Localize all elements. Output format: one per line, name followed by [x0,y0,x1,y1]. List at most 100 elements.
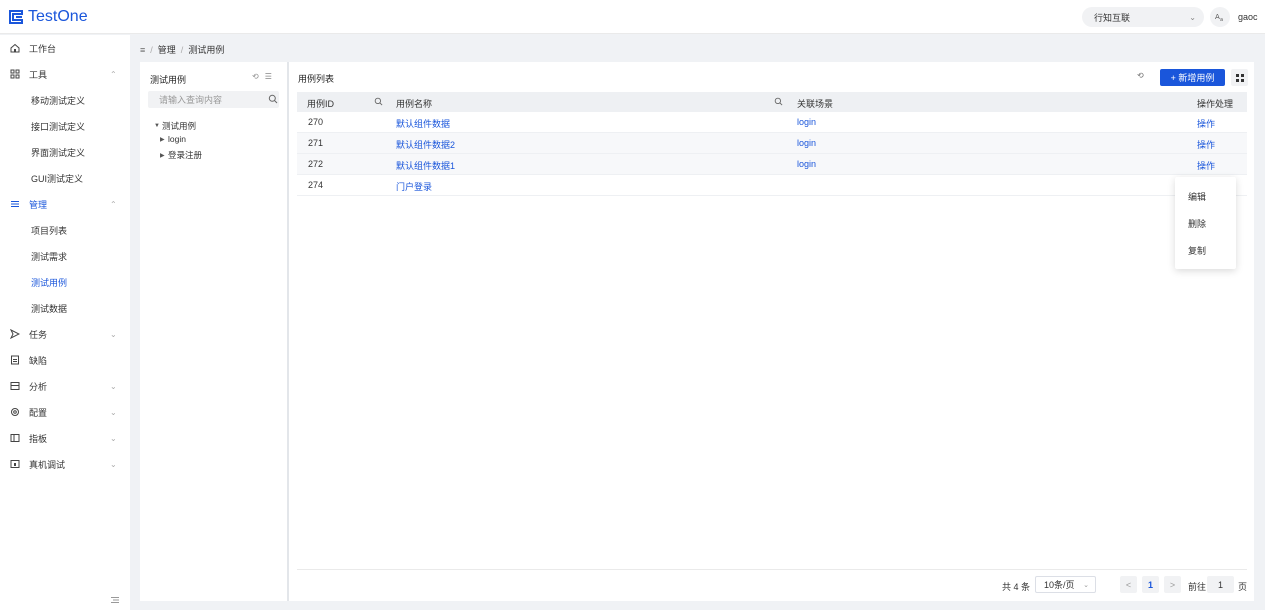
cell-name-link[interactable]: 默认组件数据 [396,117,450,130]
row-action-link[interactable]: 操作 [1197,138,1215,151]
table-row[interactable]: 271 默认组件数据2 login 操作 [297,133,1247,154]
add-case-button[interactable]: + 新增用例 [1160,69,1225,86]
sidebar-item-label: 管理 [29,199,48,210]
sidebar-item-tools[interactable]: 工具 ⌃ [0,61,130,87]
sidebar-item-label: 任务 [29,329,48,340]
search-icon[interactable] [774,97,783,106]
sidebar-subitem-test-requirements[interactable]: 测试需求 [0,243,130,269]
sidebar-item-label: 缺陷 [29,355,48,366]
page-number-current[interactable]: 1 [1142,576,1159,593]
cell-id: 272 [308,159,324,169]
pagination-divider [297,569,1247,570]
column-header-id: 用例ID [307,99,335,109]
goto-page-input[interactable] [1207,576,1234,593]
refresh-icon[interactable]: ⟲ [252,72,259,81]
tree-node-label: 登录注册 [168,150,203,160]
case-tree-panel: 测试用例 ⟲ ☰ ▼ 测试用例 ▶ login ▶ 登录注册 [140,62,287,601]
column-settings-button[interactable] [1231,69,1248,86]
table-row[interactable]: 274 门户登录 [297,175,1247,196]
chevron-down-icon: ⌄ [110,381,117,391]
chevron-down-icon: ⌄ [110,433,117,443]
tree-search [148,91,279,108]
sidebar-item-workbench[interactable]: 工作台 [0,35,130,61]
device-icon [10,460,20,468]
sidebar-subitem-label: 测试用例 [31,277,68,288]
cell-scene-link[interactable]: login [797,159,816,169]
column-header-action: 操作处理 [1197,99,1234,109]
menu-item-edit[interactable]: 编辑 [1188,190,1206,203]
send-icon [10,329,20,339]
breadcrumb-item-current: 测试用例 [188,45,225,55]
sidebar-subitem-label: 接口测试定义 [31,121,86,132]
cell-id: 271 [308,138,324,148]
refresh-icon[interactable]: ⟲ [1137,71,1149,83]
tree-search-input[interactable] [159,94,269,105]
page-size-select[interactable]: 10条/页 ⌄ [1035,576,1096,593]
chevron-down-icon: ⌄ [110,407,117,417]
list-icon [11,201,19,207]
row-action-link[interactable]: 操作 [1197,159,1215,172]
tree-node-label: login [168,134,186,144]
caret-right-icon: ▶ [160,136,165,143]
tree-node-register[interactable]: ▶ 登录注册 [160,149,202,161]
sidebar-subitem-api-test[interactable]: 接口测试定义 [0,113,130,139]
file-icon [11,355,19,365]
sidebar-item-config[interactable]: 配置 ⌄ [0,399,130,425]
breadcrumb-item[interactable]: 管理 [158,43,176,56]
menu-item-copy[interactable]: 复制 [1188,244,1206,257]
app-logo[interactable]: TestOne [8,8,88,26]
cell-scene-link[interactable]: login [797,117,816,127]
sidebar-subitem-gui-test[interactable]: GUI测试定义 [0,165,130,191]
breadcrumb-separator: / [180,44,184,55]
breadcrumb-separator: / [150,44,153,55]
cell-name-link[interactable]: 门户登录 [396,180,432,193]
translate-icon[interactable]: A a [1210,7,1230,27]
org-select-value: 行知互联 [1094,12,1131,23]
logo-icon [9,10,23,24]
calendar-icon [10,382,20,390]
row-action-link[interactable]: 操作 [1197,117,1215,130]
caret-right-icon: ▶ [160,152,165,159]
prev-page-button[interactable]: < [1120,576,1137,593]
sidebar-subitem-test-cases[interactable]: 测试用例 [0,269,130,295]
goto-label: 前往 [1188,582,1207,592]
collapse-all-icon[interactable]: ☰ [265,72,272,81]
grid-icon [1235,73,1244,82]
chevron-down-icon: ⌄ [110,329,117,339]
menu-item-delete[interactable]: 删除 [1188,217,1206,230]
next-page-button[interactable]: > [1164,576,1181,593]
chevron-down-icon: ⌄ [1083,581,1089,589]
sidebar-item-analysis[interactable]: 分析 ⌄ [0,373,130,399]
menu-icon[interactable]: ≡ [140,45,145,55]
tree-node-root[interactable]: ▼ 测试用例 [154,120,196,132]
table-row[interactable]: 270 默认组件数据 login 操作 [297,112,1247,133]
cell-scene-link[interactable]: login [797,138,816,148]
search-icon[interactable] [374,97,383,106]
sidebar-subitem-mobile-test[interactable]: 移动测试定义 [0,87,130,113]
sidebar-subitem-label: 项目列表 [31,225,68,236]
sidebar-subitem-label: 界面测试定义 [31,147,86,158]
cell-id: 270 [308,117,324,127]
table-row[interactable]: 272 默认组件数据1 login 操作 [297,154,1247,175]
sidebar-item-defects[interactable]: 缺陷 [0,347,130,373]
search-icon[interactable] [268,94,278,104]
cell-id: 274 [308,180,324,190]
cell-name-link[interactable]: 默认组件数据2 [396,138,455,151]
sidebar-item-board[interactable]: 指板 ⌄ [0,425,130,451]
tree-node-label: 测试用例 [162,121,197,131]
panel-icon [10,434,20,442]
sidebar-subitem-project-list[interactable]: 项目列表 [0,217,130,243]
sidebar-item-management[interactable]: 管理 ⌃ [0,191,130,217]
org-select[interactable]: 行知互联 ⌄ [1082,7,1204,27]
sidebar-item-label: 指板 [29,433,48,444]
sidebar-item-tasks[interactable]: 任务 ⌄ [0,321,130,347]
tree-node-login[interactable]: ▶ login [160,134,186,144]
sidebar-subitem-test-data[interactable]: 测试数据 [0,295,130,321]
cell-name-link[interactable]: 默认组件数据1 [396,159,455,172]
sidebar-item-device-debug[interactable]: 真机调试 ⌄ [0,451,130,477]
row-action-menu: 编辑 删除 复制 [1175,177,1236,269]
sidebar-collapse-icon[interactable] [110,595,120,605]
chevron-up-icon: ⌃ [110,69,117,79]
sidebar-subitem-ui-test[interactable]: 界面测试定义 [0,139,130,165]
user-name[interactable]: gaoc [1238,12,1258,22]
